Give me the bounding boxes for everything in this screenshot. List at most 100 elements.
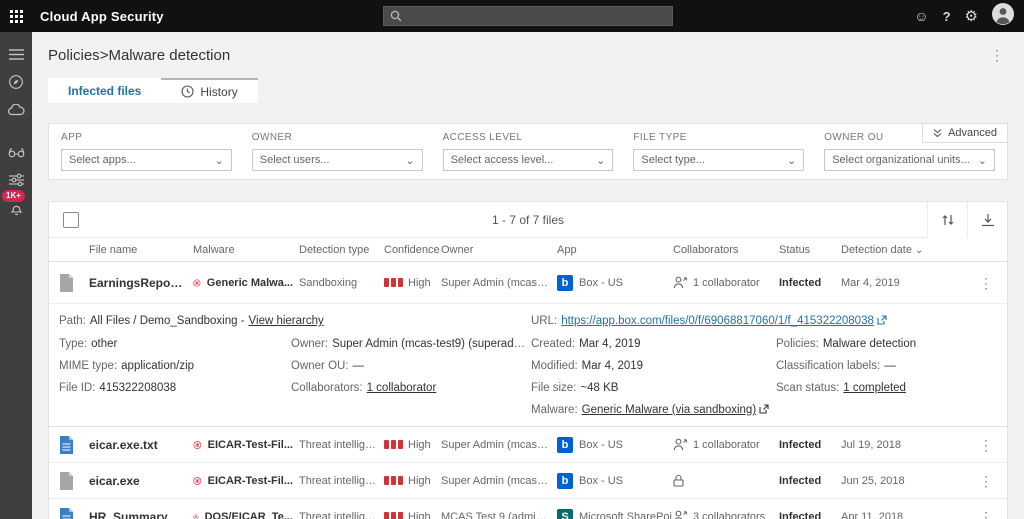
glasses-icon [8,147,25,158]
confidence-bars-icon [384,440,403,449]
tab-history-label: History [200,85,237,99]
path-label: Path: [59,315,86,327]
confidence-bars-icon [384,512,403,519]
file-name[interactable]: eicar.exe [89,474,193,488]
page-title: Malware detection [108,47,230,64]
col-status[interactable]: Status [779,244,841,256]
tab-bar: Infected files History [48,78,1008,103]
col-app[interactable]: App [557,244,673,256]
file-icon [59,436,74,454]
file-id-label: File ID: [59,382,95,394]
owner-filter-select[interactable]: Select users... [252,149,423,171]
file-name[interactable]: HR_Summary_No... [89,510,193,519]
sidebar-item-discover[interactable] [0,96,32,124]
scan-status-link[interactable]: 1 completed [843,382,906,394]
tab-history[interactable]: History [161,78,257,103]
row-menu-button[interactable] [975,474,997,488]
owner: Super Admin (mcas-te... [441,277,557,289]
up-down-arrows-icon [941,213,955,227]
malware-label: Malware: [531,404,578,416]
feedback-smiley-icon[interactable] [914,9,928,23]
table-row[interactable]: HR_Summary_No... DOS/EICAR_Te... Threat … [49,499,1007,519]
search-icon [390,10,402,22]
table-row[interactable]: EarningsReport_2... Generic Malwa... San… [49,262,1007,304]
confidence-bars-icon [384,278,403,287]
detection-type: Threat intellige... [299,511,384,519]
owner-value: Super Admin (mcas-test9) (superadmin@mca… [332,338,531,350]
avatar-icon [992,3,1014,25]
malware-virus-icon [193,437,202,453]
bell-icon [9,201,24,216]
malware-link[interactable]: Generic Malware (via sandboxing) [582,404,757,416]
user-avatar[interactable] [992,3,1014,30]
owner: Super Admin (mcas-te... [441,475,557,487]
modified-value: Mar 4, 2019 [582,360,643,372]
col-detection-date[interactable]: Detection date [841,244,971,256]
confidence-label: High [408,511,431,519]
app-name: Box - US [579,439,623,451]
malware-virus-icon [193,473,202,489]
settings-gear-icon[interactable] [965,9,978,24]
collaborator-icon [673,438,687,451]
sidebar-menu-toggle[interactable] [0,40,32,68]
app-name: Box - US [579,475,623,487]
breadcrumb-separator: > [100,47,109,64]
app-filter-select[interactable]: Select apps... [61,149,232,171]
box-app-icon [557,473,573,489]
malware-virus-icon [193,275,201,291]
row-menu-button[interactable] [975,510,997,519]
col-confidence[interactable]: Confidence [384,244,441,256]
file-name[interactable]: EarningsReport_2... [89,276,193,290]
global-search[interactable] [383,6,673,26]
view-hierarchy-link[interactable]: View hierarchy [249,315,324,327]
clock-icon [181,85,194,98]
app-name: Microsoft SharePoi... [579,511,673,519]
sidebar-item-investigate[interactable] [0,138,32,166]
collaborators-link[interactable]: 1 collaborator [367,382,437,394]
table-row[interactable]: eicar.exe.txt EICAR-Test-Fil... Threat i… [49,427,1007,463]
malware-name: EICAR-Test-Fil... [208,475,293,487]
page-menu-button[interactable] [986,48,1008,62]
col-malware[interactable]: Malware [193,244,299,256]
table-row[interactable]: eicar.exe EICAR-Test-Fil... Threat intel… [49,463,1007,499]
scan-status-label: Scan status: [776,382,839,394]
file-id-value: 415322208038 [99,382,176,394]
chevron-down-icon [978,154,987,167]
advanced-filters-button[interactable]: Advanced [922,123,1008,143]
app-name: Box - US [579,277,623,289]
download-button[interactable] [967,202,1007,238]
owner-filter-placeholder: Select users... [260,154,330,166]
sidebar-item-alerts[interactable]: 1K+ [0,194,32,222]
owner-ou-filter-select[interactable]: Select organizational units... [824,149,995,171]
col-collaborators[interactable]: Collaborators [673,244,779,256]
access-level-filter-select[interactable]: Select access level... [443,149,614,171]
col-file-name[interactable]: File name [89,244,193,256]
collaborators-label: Collaborators: [291,382,363,394]
tab-infected-files[interactable]: Infected files [48,78,161,103]
col-detection-type[interactable]: Detection type [299,244,384,256]
sidebar-item-dashboard[interactable] [0,68,32,96]
select-all-checkbox[interactable] [63,212,79,228]
mime-type-value: application/zip [121,360,194,372]
policies-label: Policies: [776,338,819,350]
app-launcher-button[interactable] [0,0,32,32]
row-menu-button[interactable] [975,438,997,452]
file-url-link[interactable]: https://app.box.com/files/0/f/6906881706… [561,315,874,327]
access-level-filter-placeholder: Select access level... [451,154,554,166]
export-button[interactable] [927,202,967,238]
mime-type-label: MIME type: [59,360,117,372]
file-type-filter-select[interactable]: Select type... [633,149,804,171]
search-input[interactable] [408,10,666,22]
hamburger-icon [9,49,24,60]
file-name[interactable]: eicar.exe.txt [89,438,193,452]
breadcrumb-policies-link[interactable]: Policies [48,47,100,64]
col-owner[interactable]: Owner [441,244,557,256]
detection-type: Sandboxing [299,277,384,289]
file-type-filter-placeholder: Select type... [641,154,705,166]
collaborators-text: 1 collaborator [693,439,760,451]
help-icon[interactable] [943,10,951,23]
owner: Super Admin (mcas-te... [441,439,557,451]
row-menu-button[interactable] [975,276,997,290]
malware-name: EICAR-Test-Fil... [208,439,293,451]
external-link-icon [759,404,769,414]
